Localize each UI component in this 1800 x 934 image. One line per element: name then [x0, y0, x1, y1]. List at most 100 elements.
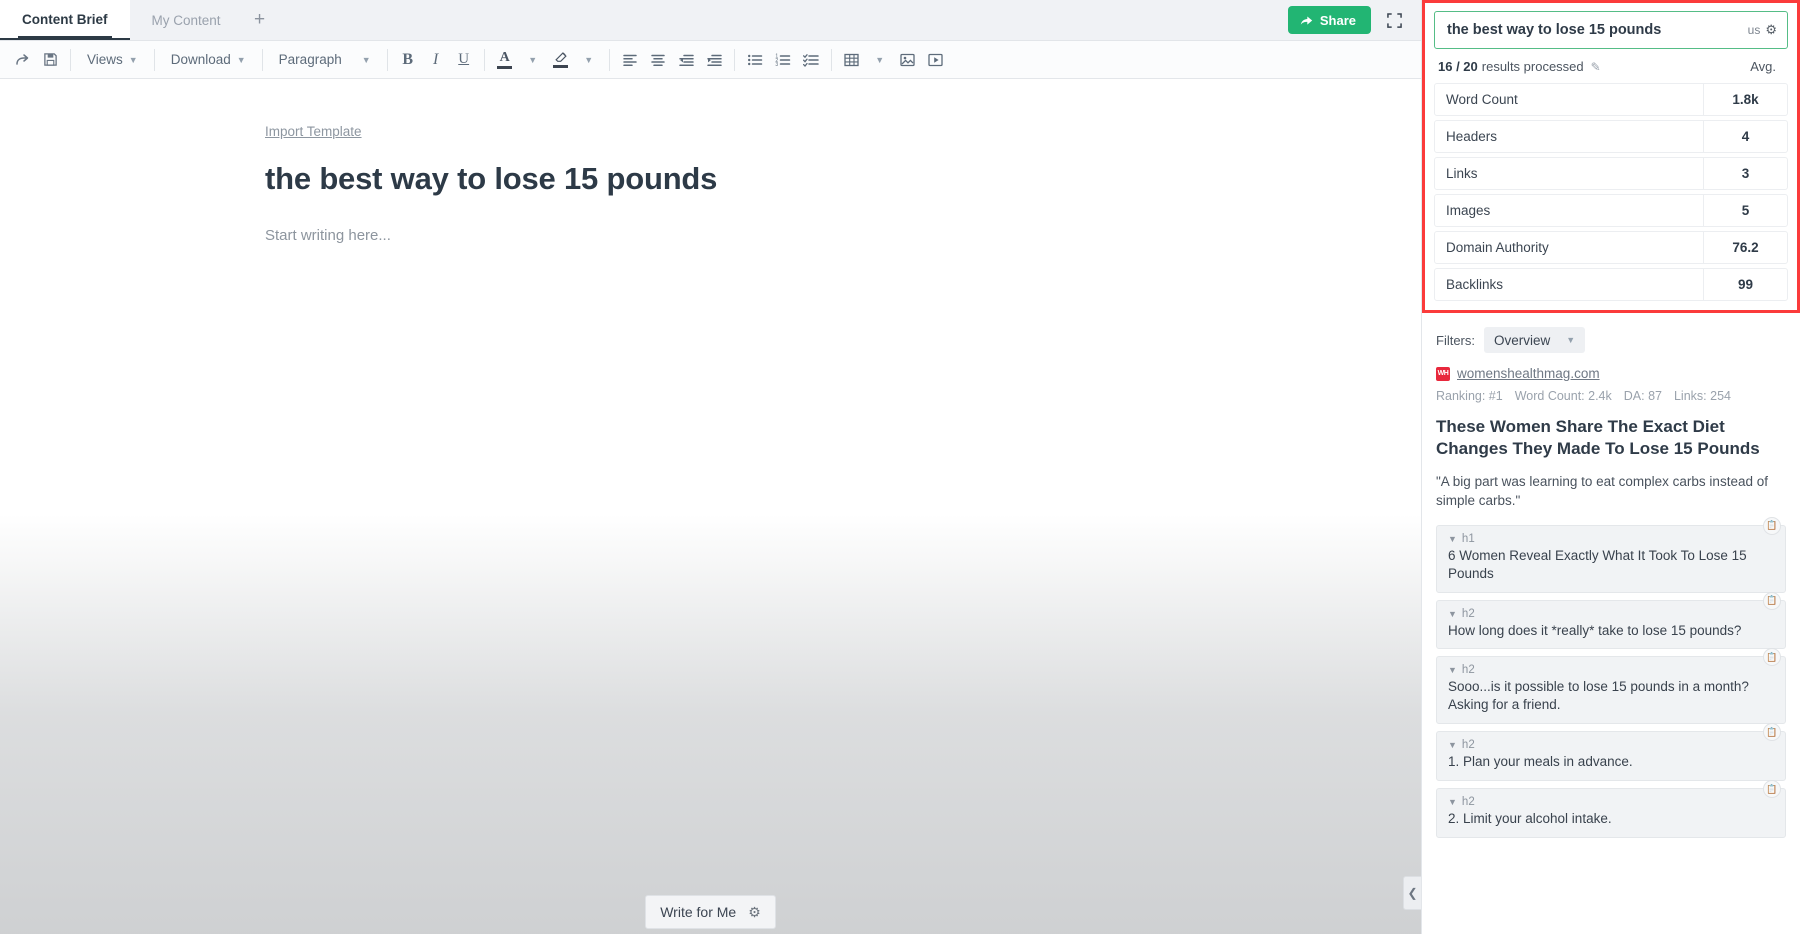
- serp-domain-link[interactable]: womenshealthmag.com: [1457, 366, 1600, 381]
- document-body: Import Template the best way to lose 15 …: [0, 79, 1421, 244]
- heading-text: How long does it *really* take to lose 1…: [1448, 622, 1751, 640]
- redo-icon[interactable]: [8, 46, 36, 74]
- heading-text: 2. Limit your alcohol intake.: [1448, 810, 1751, 828]
- document-canvas[interactable]: Import Template the best way to lose 15 …: [0, 79, 1421, 934]
- list-item[interactable]: 📋 ▼ h1 6 Women Reveal Exactly What It To…: [1436, 525, 1786, 593]
- numbered-list-icon[interactable]: 123: [769, 46, 797, 74]
- share-arrow-icon: [1300, 14, 1313, 27]
- document-title[interactable]: the best way to lose 15 pounds: [265, 161, 1421, 197]
- views-dropdown[interactable]: Views ▼: [77, 46, 148, 74]
- copy-icon[interactable]: 📋: [1763, 517, 1781, 535]
- copy-icon[interactable]: 📋: [1763, 780, 1781, 798]
- filters-label: Filters:: [1436, 333, 1475, 348]
- heading-text: Sooo...is it possible to lose 15 pounds …: [1448, 678, 1751, 714]
- table-dropdown[interactable]: ▼: [866, 46, 894, 74]
- serp-results-list[interactable]: WH womenshealthmag.com Ranking: #1 Word …: [1422, 366, 1800, 934]
- results-processed-count: 16 / 20: [1438, 59, 1478, 74]
- filters-dropdown-value: Overview: [1494, 333, 1550, 348]
- list-item[interactable]: 📋 ▼ h2 1. Plan your meals in advance.: [1436, 731, 1786, 781]
- gear-icon[interactable]: ⚙: [1765, 22, 1777, 38]
- table-row[interactable]: Links 3: [1434, 157, 1788, 190]
- list-item[interactable]: 📋 ▼ h2 2. Limit your alcohol intake.: [1436, 788, 1786, 838]
- heading-tag-label: h2: [1462, 608, 1475, 620]
- keyword-value: the best way to lose 15 pounds: [1447, 22, 1748, 38]
- chevron-down-icon[interactable]: ▼: [1448, 609, 1457, 619]
- add-tab-button[interactable]: +: [243, 0, 277, 40]
- pencil-icon[interactable]: ✎: [1591, 60, 1601, 74]
- sidebar-collapse-handle[interactable]: ❮: [1403, 876, 1421, 910]
- list-item[interactable]: 📋 ▼ h2 How long does it *really* take to…: [1436, 600, 1786, 650]
- app-root: Content Brief My Content + Share: [0, 0, 1800, 934]
- toolbar-group-align: [616, 41, 728, 79]
- paragraph-style-dropdown[interactable]: Paragraph ▼: [269, 46, 381, 74]
- keyword-locale: us: [1748, 23, 1761, 37]
- copy-icon[interactable]: 📋: [1763, 648, 1781, 666]
- chevron-down-icon[interactable]: ▼: [1448, 740, 1457, 750]
- table-row[interactable]: Domain Authority 76.2: [1434, 231, 1788, 264]
- list-item[interactable]: 📋 ▼ h2 Sooo...is it possible to lose 15 …: [1436, 656, 1786, 724]
- heading-tag: ▼ h2: [1448, 664, 1751, 676]
- write-for-me-container: Write for Me ⚙: [645, 895, 776, 929]
- highlight-dropdown[interactable]: ▼: [575, 46, 603, 74]
- video-icon[interactable]: [922, 46, 950, 74]
- underline-button[interactable]: U: [450, 46, 478, 74]
- table-row[interactable]: Images 5: [1434, 194, 1788, 227]
- heading-text: 1. Plan your meals in advance.: [1448, 753, 1751, 771]
- copy-icon[interactable]: 📋: [1763, 723, 1781, 741]
- indent-icon[interactable]: [700, 46, 728, 74]
- chevron-down-icon[interactable]: ▼: [1448, 534, 1457, 544]
- toolbar-group-format: B I U: [394, 41, 478, 79]
- toolbar-group-color: A ▼ ▼: [491, 41, 603, 79]
- toolbar-divider: [262, 49, 263, 71]
- chevron-down-icon[interactable]: ▼: [1448, 665, 1457, 675]
- metric-value: 5: [1703, 195, 1787, 226]
- metric-label: Headers: [1435, 121, 1703, 152]
- text-color-dropdown[interactable]: ▼: [519, 46, 547, 74]
- italic-button[interactable]: I: [422, 46, 450, 74]
- tab-content-brief[interactable]: Content Brief: [0, 0, 130, 40]
- import-template-link[interactable]: Import Template: [265, 124, 362, 139]
- gear-icon[interactable]: ⚙: [748, 904, 761, 921]
- serp-result-header: WH womenshealthmag.com: [1436, 366, 1786, 381]
- align-center-icon[interactable]: [644, 46, 672, 74]
- download-dropdown[interactable]: Download ▼: [161, 46, 256, 74]
- highlight-button[interactable]: [547, 46, 575, 74]
- image-icon[interactable]: [894, 46, 922, 74]
- results-processed-label: results processed: [1482, 59, 1584, 74]
- outdent-icon[interactable]: [672, 46, 700, 74]
- serp-da: DA: 87: [1624, 389, 1662, 403]
- research-sidebar: the best way to lose 15 pounds us ⚙ 16 /…: [1421, 0, 1800, 934]
- keyword-field[interactable]: the best way to lose 15 pounds us ⚙: [1434, 11, 1788, 49]
- text-color-letter: A: [500, 51, 510, 65]
- metric-label: Images: [1435, 195, 1703, 226]
- checklist-icon[interactable]: [797, 46, 825, 74]
- toolbar-divider: [609, 49, 610, 71]
- share-button[interactable]: Share: [1288, 6, 1371, 34]
- copy-icon[interactable]: 📋: [1763, 592, 1781, 610]
- views-dropdown-label: Views: [87, 52, 123, 67]
- canvas-fade-overlay: [0, 514, 1421, 934]
- save-icon[interactable]: [36, 46, 64, 74]
- filters-dropdown[interactable]: Overview ▼: [1484, 327, 1585, 353]
- results-processed-row: 16 / 20 results processed ✎ Avg.: [1434, 49, 1788, 83]
- fullscreen-icon[interactable]: [1381, 7, 1407, 33]
- table-icon[interactable]: [838, 46, 866, 74]
- toolbar-divider: [831, 49, 832, 71]
- plus-icon: +: [254, 9, 265, 31]
- tab-my-content[interactable]: My Content: [130, 0, 243, 40]
- toolbar-divider: [484, 49, 485, 71]
- svg-text:3: 3: [775, 62, 778, 67]
- write-for-me-button[interactable]: Write for Me: [660, 904, 736, 920]
- tab-bar: Content Brief My Content + Share: [0, 0, 1421, 41]
- bold-button[interactable]: B: [394, 46, 422, 74]
- heading-tag: ▼ h2: [1448, 796, 1751, 808]
- document-placeholder[interactable]: Start writing here...: [265, 227, 1421, 244]
- table-row[interactable]: Word Count 1.8k: [1434, 83, 1788, 116]
- text-color-button[interactable]: A: [491, 46, 519, 74]
- chevron-down-icon[interactable]: ▼: [1448, 797, 1457, 807]
- table-row[interactable]: Headers 4: [1434, 120, 1788, 153]
- align-left-icon[interactable]: [616, 46, 644, 74]
- table-row[interactable]: Backlinks 99: [1434, 268, 1788, 301]
- bullet-list-icon[interactable]: [741, 46, 769, 74]
- highlighter-icon: [553, 52, 568, 68]
